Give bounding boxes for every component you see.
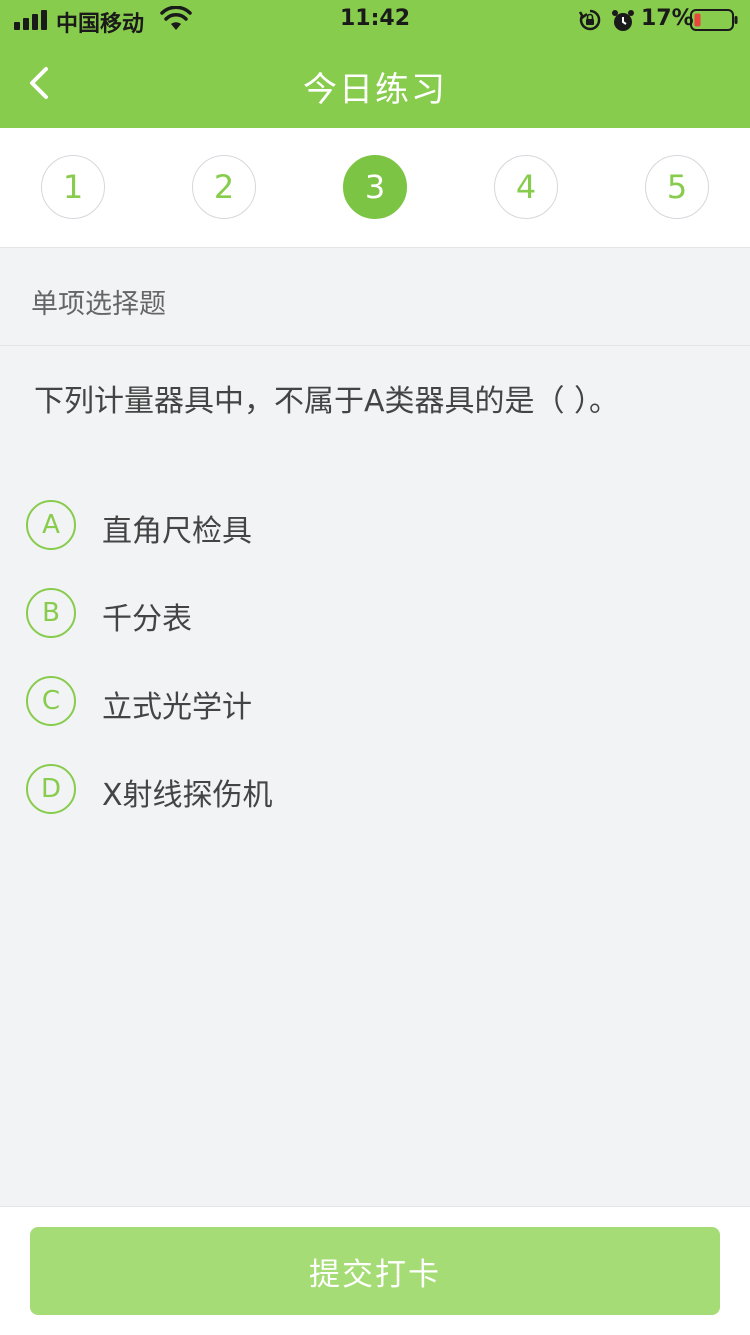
option-b[interactable]: B 千分表 bbox=[26, 588, 726, 648]
page-title: 今日练习 bbox=[303, 70, 447, 110]
battery-percent: 17% bbox=[641, 6, 694, 31]
question-step-bar: 1 2 3 4 5 bbox=[0, 128, 750, 248]
battery-icon bbox=[690, 9, 738, 31]
option-c[interactable]: C 立式光学计 bbox=[26, 676, 726, 736]
step-5[interactable]: 5 bbox=[645, 155, 709, 219]
step-1[interactable]: 1 bbox=[41, 155, 105, 219]
nav-bar: 今日练习 bbox=[0, 40, 750, 128]
step-4[interactable]: 4 bbox=[494, 155, 558, 219]
question-type-header: 单项选择题 bbox=[0, 248, 750, 346]
option-a[interactable]: A 直角尺检具 bbox=[26, 500, 726, 560]
footer: 提交打卡 bbox=[0, 1206, 750, 1335]
header: 中国移动 11:42 17% 今日练习 bbox=[0, 0, 750, 128]
submit-checkin-button[interactable]: 提交打卡 bbox=[30, 1227, 720, 1315]
option-letter: A bbox=[26, 500, 76, 550]
step-3[interactable]: 3 bbox=[343, 155, 407, 219]
option-text: X射线探伤机 bbox=[102, 778, 273, 813]
option-letter: B bbox=[26, 588, 76, 638]
alarm-icon bbox=[612, 10, 634, 31]
option-d[interactable]: D X射线探伤机 bbox=[26, 764, 726, 824]
status-time: 11:42 bbox=[339, 6, 411, 31]
question-text: 下列计量器具中，不属于A类器具的是（ ）。 bbox=[34, 384, 620, 419]
question-type-label: 单项选择题 bbox=[31, 289, 166, 320]
option-letter: C bbox=[26, 676, 76, 726]
rotation-lock-icon bbox=[578, 9, 601, 31]
option-text: 千分表 bbox=[102, 602, 192, 637]
step-2[interactable]: 2 bbox=[192, 155, 256, 219]
option-text: 直角尺检具 bbox=[102, 514, 252, 549]
option-text: 立式光学计 bbox=[102, 690, 252, 725]
status-bar: 中国移动 11:42 17% bbox=[0, 0, 750, 40]
option-letter: D bbox=[26, 764, 76, 814]
